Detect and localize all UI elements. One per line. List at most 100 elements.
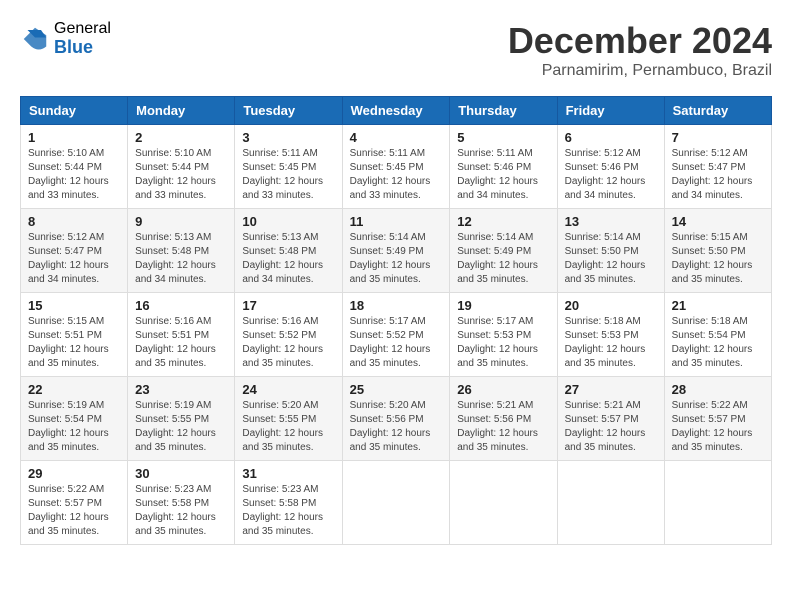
- day-number: 6: [565, 130, 657, 145]
- calendar-cell: 12 Sunrise: 5:14 AM Sunset: 5:49 PM Dayli…: [450, 209, 557, 293]
- day-info: Sunrise: 5:19 AM Sunset: 5:55 PM Dayligh…: [135, 399, 227, 455]
- calendar-cell: 16 Sunrise: 5:16 AM Sunset: 5:51 PM Dayli…: [128, 293, 235, 377]
- column-header-sunday: Sunday: [21, 97, 128, 125]
- calendar-cell: 24Sunrise: 5:20 AM Sunset: 5:55 PM Dayli…: [235, 377, 342, 461]
- day-info: Sunrise: 5:11 AM Sunset: 5:46 PM Dayligh…: [457, 147, 549, 203]
- day-number: 30: [135, 466, 227, 481]
- calendar-cell: 28Sunrise: 5:22 AM Sunset: 5:57 PM Dayli…: [664, 377, 771, 461]
- title-section: December 2024 Parnamirim, Pernambuco, Br…: [508, 20, 772, 80]
- day-number: 9: [135, 214, 227, 229]
- logo-text: General Blue: [54, 20, 111, 57]
- calendar-week-3: 15Sunrise: 5:15 AM Sunset: 5:51 PM Dayli…: [21, 293, 772, 377]
- calendar-week-1: 1 Sunrise: 5:10 AM Sunset: 5:44 PM Daylig…: [21, 125, 772, 209]
- day-info: Sunrise: 5:12 AM Sunset: 5:47 PM Dayligh…: [672, 147, 764, 203]
- calendar-header-row: SundayMondayTuesdayWednesdayThursdayFrid…: [21, 97, 772, 125]
- calendar-cell: 23 Sunrise: 5:19 AM Sunset: 5:55 PM Dayli…: [128, 377, 235, 461]
- calendar-cell: 4 Sunrise: 5:11 AM Sunset: 5:45 PM Daylig…: [342, 125, 450, 209]
- day-info: Sunrise: 5:11 AM Sunset: 5:45 PM Dayligh…: [242, 147, 334, 203]
- calendar-title: December 2024: [508, 20, 772, 62]
- calendar-cell: 21 Sunrise: 5:18 AM Sunset: 5:54 PM Dayli…: [664, 293, 771, 377]
- day-info: Sunrise: 5:15 AM Sunset: 5:50 PM Dayligh…: [672, 231, 764, 287]
- calendar-cell: 3 Sunrise: 5:11 AM Sunset: 5:45 PM Daylig…: [235, 125, 342, 209]
- calendar-table: SundayMondayTuesdayWednesdayThursdayFrid…: [20, 96, 772, 545]
- calendar-cell: 31Sunrise: 5:23 AM Sunset: 5:58 PM Dayli…: [235, 461, 342, 545]
- day-number: 19: [457, 298, 549, 313]
- day-number: 4: [350, 130, 443, 145]
- calendar-cell: 29 Sunrise: 5:22 AM Sunset: 5:57 PM Dayli…: [21, 461, 128, 545]
- day-number: 13: [565, 214, 657, 229]
- calendar-cell: 25Sunrise: 5:20 AM Sunset: 5:56 PM Dayli…: [342, 377, 450, 461]
- day-info: Sunrise: 5:22 AM Sunset: 5:57 PM Dayligh…: [28, 483, 120, 539]
- calendar-cell: 20Sunrise: 5:18 AM Sunset: 5:53 PM Dayli…: [557, 293, 664, 377]
- calendar-cell: [342, 461, 450, 545]
- day-info: Sunrise: 5:10 AM Sunset: 5:44 PM Dayligh…: [28, 147, 120, 203]
- day-info: Sunrise: 5:20 AM Sunset: 5:56 PM Dayligh…: [350, 399, 443, 455]
- day-info: Sunrise: 5:21 AM Sunset: 5:56 PM Dayligh…: [457, 399, 549, 455]
- day-info: Sunrise: 5:13 AM Sunset: 5:48 PM Dayligh…: [242, 231, 334, 287]
- calendar-cell: 2 Sunrise: 5:10 AM Sunset: 5:44 PM Daylig…: [128, 125, 235, 209]
- calendar-cell: 7 Sunrise: 5:12 AM Sunset: 5:47 PM Daylig…: [664, 125, 771, 209]
- day-info: Sunrise: 5:19 AM Sunset: 5:54 PM Dayligh…: [28, 399, 120, 455]
- day-number: 7: [672, 130, 764, 145]
- day-number: 21: [672, 298, 764, 313]
- day-info: Sunrise: 5:11 AM Sunset: 5:45 PM Dayligh…: [350, 147, 443, 203]
- day-info: Sunrise: 5:13 AM Sunset: 5:48 PM Dayligh…: [135, 231, 227, 287]
- calendar-cell: [450, 461, 557, 545]
- day-info: Sunrise: 5:20 AM Sunset: 5:55 PM Dayligh…: [242, 399, 334, 455]
- day-info: Sunrise: 5:16 AM Sunset: 5:51 PM Dayligh…: [135, 315, 227, 371]
- calendar-subtitle: Parnamirim, Pernambuco, Brazil: [508, 62, 772, 80]
- day-info: Sunrise: 5:21 AM Sunset: 5:57 PM Dayligh…: [565, 399, 657, 455]
- column-header-friday: Friday: [557, 97, 664, 125]
- calendar-cell: 6Sunrise: 5:12 AM Sunset: 5:46 PM Daylig…: [557, 125, 664, 209]
- day-info: Sunrise: 5:17 AM Sunset: 5:53 PM Dayligh…: [457, 315, 549, 371]
- day-info: Sunrise: 5:12 AM Sunset: 5:47 PM Dayligh…: [28, 231, 120, 287]
- day-info: Sunrise: 5:17 AM Sunset: 5:52 PM Dayligh…: [350, 315, 443, 371]
- day-number: 11: [350, 214, 443, 229]
- day-info: Sunrise: 5:22 AM Sunset: 5:57 PM Dayligh…: [672, 399, 764, 455]
- day-number: 1: [28, 130, 120, 145]
- calendar-cell: [664, 461, 771, 545]
- calendar-cell: 27Sunrise: 5:21 AM Sunset: 5:57 PM Dayli…: [557, 377, 664, 461]
- day-number: 29: [28, 466, 120, 481]
- logo-general: General: [54, 20, 111, 38]
- day-info: Sunrise: 5:18 AM Sunset: 5:54 PM Dayligh…: [672, 315, 764, 371]
- column-header-tuesday: Tuesday: [235, 97, 342, 125]
- day-number: 17: [242, 298, 334, 313]
- day-number: 5: [457, 130, 549, 145]
- calendar-cell: 15Sunrise: 5:15 AM Sunset: 5:51 PM Dayli…: [21, 293, 128, 377]
- day-info: Sunrise: 5:23 AM Sunset: 5:58 PM Dayligh…: [242, 483, 334, 539]
- logo: General Blue: [20, 20, 111, 57]
- day-number: 10: [242, 214, 334, 229]
- page-header: General Blue December 2024 Parnamirim, P…: [20, 20, 772, 80]
- day-number: 26: [457, 382, 549, 397]
- day-number: 2: [135, 130, 227, 145]
- logo-icon: [20, 24, 50, 54]
- calendar-cell: 14 Sunrise: 5:15 AM Sunset: 5:50 PM Dayli…: [664, 209, 771, 293]
- day-number: 8: [28, 214, 120, 229]
- calendar-cell: 22 Sunrise: 5:19 AM Sunset: 5:54 PM Dayli…: [21, 377, 128, 461]
- calendar-cell: [557, 461, 664, 545]
- day-info: Sunrise: 5:10 AM Sunset: 5:44 PM Dayligh…: [135, 147, 227, 203]
- day-number: 3: [242, 130, 334, 145]
- day-info: Sunrise: 5:23 AM Sunset: 5:58 PM Dayligh…: [135, 483, 227, 539]
- day-number: 12: [457, 214, 549, 229]
- calendar-cell: 26 Sunrise: 5:21 AM Sunset: 5:56 PM Dayli…: [450, 377, 557, 461]
- day-number: 22: [28, 382, 120, 397]
- calendar-cell: 8 Sunrise: 5:12 AM Sunset: 5:47 PM Daylig…: [21, 209, 128, 293]
- day-number: 16: [135, 298, 227, 313]
- calendar-cell: 30 Sunrise: 5:23 AM Sunset: 5:58 PM Dayli…: [128, 461, 235, 545]
- day-info: Sunrise: 5:14 AM Sunset: 5:49 PM Dayligh…: [457, 231, 549, 287]
- day-number: 14: [672, 214, 764, 229]
- day-number: 18: [350, 298, 443, 313]
- calendar-cell: 19 Sunrise: 5:17 AM Sunset: 5:53 PM Dayli…: [450, 293, 557, 377]
- day-info: Sunrise: 5:16 AM Sunset: 5:52 PM Dayligh…: [242, 315, 334, 371]
- day-number: 20: [565, 298, 657, 313]
- day-info: Sunrise: 5:14 AM Sunset: 5:49 PM Dayligh…: [350, 231, 443, 287]
- logo-blue: Blue: [54, 38, 111, 58]
- column-header-wednesday: Wednesday: [342, 97, 450, 125]
- day-number: 23: [135, 382, 227, 397]
- calendar-cell: 5 Sunrise: 5:11 AM Sunset: 5:46 PM Daylig…: [450, 125, 557, 209]
- calendar-cell: 1 Sunrise: 5:10 AM Sunset: 5:44 PM Daylig…: [21, 125, 128, 209]
- day-info: Sunrise: 5:14 AM Sunset: 5:50 PM Dayligh…: [565, 231, 657, 287]
- calendar-week-4: 22 Sunrise: 5:19 AM Sunset: 5:54 PM Dayli…: [21, 377, 772, 461]
